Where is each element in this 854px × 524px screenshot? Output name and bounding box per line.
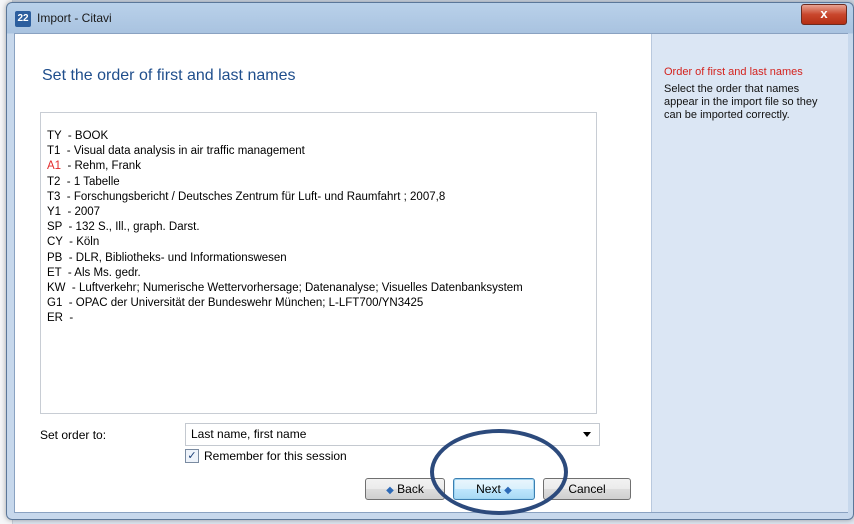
ris-tag: T3 (47, 190, 61, 203)
close-button[interactable]: x (801, 4, 847, 25)
import-preview-box[interactable]: TY - BOOK T1 - Visual data analysis in ai… (40, 112, 597, 414)
preview-line: CY - Köln (47, 235, 523, 250)
back-button[interactable]: ◆ Back (365, 478, 445, 500)
ris-value: - 1 Tabelle (60, 175, 120, 188)
ris-value: - 132 S., Ill., graph. Darst. (62, 221, 200, 234)
title-bar[interactable]: 22 Import - Citavi x (7, 3, 853, 33)
preview-line: PB - DLR, Bibliotheks- und Informationsw… (47, 251, 523, 266)
ris-tag: T2 (47, 175, 61, 188)
preview-line: T2 - 1 Tabelle (47, 175, 523, 190)
order-label: Set order to: (40, 428, 107, 442)
next-button[interactable]: Next ◆ (453, 478, 535, 500)
ris-value: - Visual data analysis in air traffic ma… (60, 145, 305, 158)
ris-tag: CY (47, 236, 63, 249)
ris-tag: SP (47, 221, 63, 234)
ris-value: - Als Ms. gedr. (61, 266, 141, 279)
ris-tag: G1 (47, 297, 63, 310)
ris-value: - Forschungsbericht / Deutsches Zentrum … (60, 190, 446, 203)
ris-tag: T1 (47, 145, 61, 158)
preview-line: Y1 - 2007 (47, 205, 523, 220)
help-side-panel: Order of first and last names Select the… (651, 34, 848, 512)
ris-value: - Rehm, Frank (61, 160, 141, 173)
preview-line: ET - Als Ms. gedr. (47, 266, 523, 281)
ris-tag: KW (47, 282, 66, 295)
import-dialog: 22 Import - Citavi x Set the order of fi… (6, 2, 854, 520)
preview-line: G1 - OPAC der Universität der Bundeswehr… (47, 296, 523, 311)
help-title: Order of first and last names (664, 66, 803, 78)
cancel-button[interactable]: Cancel (543, 478, 631, 500)
remember-session-label: Remember for this session (204, 449, 347, 463)
ris-value: - (62, 312, 74, 325)
next-button-label: Next (476, 482, 501, 496)
preview-lines: TY - BOOK T1 - Visual data analysis in ai… (47, 129, 523, 327)
help-text: Select the order that names appear in th… (664, 83, 818, 121)
dialog-client-area: Set the order of first and last names TY… (14, 33, 848, 513)
dropdown-arrow-icon (583, 432, 591, 437)
ris-tag: Y1 (47, 206, 62, 219)
ris-value: - 2007 (61, 206, 101, 219)
ris-tag: TY (47, 130, 62, 142)
ris-tag: PB (47, 251, 63, 264)
citavi-app-icon: 22 (15, 11, 31, 27)
ris-tag: A1 (47, 160, 62, 173)
back-arrow-icon: ◆ (386, 485, 394, 496)
preview-line: ER - (47, 311, 523, 326)
preview-line: T3 - Forschungsbericht / Deutsches Zentr… (47, 190, 523, 205)
main-panel: Set the order of first and last names TY… (15, 34, 651, 512)
ris-tag: ER (47, 312, 63, 325)
ris-value: - OPAC der Universität der Bundeswehr Mü… (62, 297, 424, 310)
preview-line: T1 - Visual data analysis in air traffic… (47, 144, 523, 159)
preview-line: SP - 132 S., Ill., graph. Darst. (47, 220, 523, 235)
name-order-selected-value: Last name, first name (191, 427, 307, 441)
preview-line: TY - BOOK (47, 129, 523, 144)
ris-value: - BOOK (61, 130, 109, 142)
ris-value: - Luftverkehr; Numerische Wettervorhersa… (65, 282, 523, 295)
preview-line: A1 - Rehm, Frank (47, 159, 523, 174)
back-button-label: Back (397, 482, 424, 496)
ris-tag: ET (47, 266, 62, 279)
next-arrow-icon: ◆ (504, 485, 512, 496)
ris-value: - Köln (62, 236, 100, 249)
remember-session-checkbox[interactable]: ✓ (185, 449, 199, 463)
preview-line: KW - Luftverkehr; Numerische Wettervorhe… (47, 281, 523, 296)
name-order-select[interactable]: Last name, first name (185, 423, 600, 446)
page-title: Set the order of first and last names (42, 67, 296, 84)
ris-value: - DLR, Bibliotheks- und Informationswese… (62, 251, 287, 264)
window-title: Import - Citavi (37, 11, 112, 25)
